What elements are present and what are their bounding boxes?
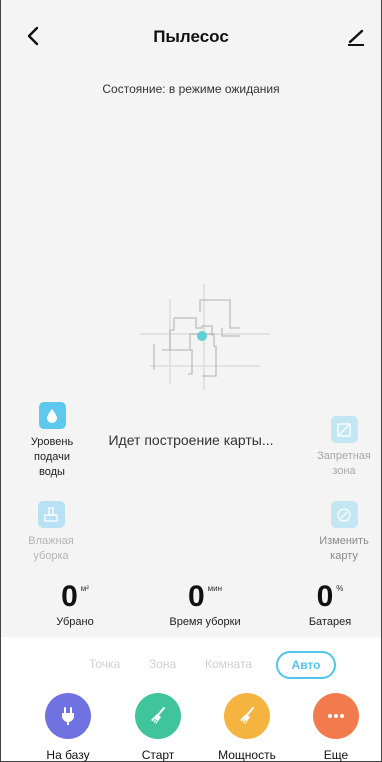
suction-power-button[interactable]: Мощность [207, 693, 287, 762]
mode-spot[interactable]: Точка [89, 657, 120, 671]
battery-label: Батарея [308, 616, 352, 628]
edit-map-icon [330, 501, 358, 528]
stat-cleaned-area: 0 м² Убрано [40, 580, 110, 628]
edit-map-label: Изменить карту [319, 535, 369, 562]
plug-icon [45, 693, 91, 739]
cleaning-time-value: 0 [187, 580, 205, 613]
map-drawing [140, 284, 270, 390]
cleaned-area-label: Убрано [56, 616, 94, 628]
bottom-panel: Точка Зона Комната Авто На базу Старт Мо… [1, 637, 381, 762]
more-label: Еще [323, 748, 349, 762]
return-to-base-button[interactable]: На базу [28, 693, 108, 762]
stat-cleaning-time: 0 мин Время уборки [150, 580, 260, 628]
map-preview[interactable] [140, 284, 270, 390]
return-to-base-label: На базу [46, 748, 90, 762]
water-level-control[interactable]: Уровень подачи воды [22, 402, 82, 480]
restricted-zone-icon [330, 416, 358, 443]
broom-power-icon [224, 693, 270, 739]
pencil-icon [348, 29, 364, 46]
mode-auto[interactable]: Авто [276, 651, 336, 679]
cleaned-area-unit: м² [80, 584, 89, 593]
suction-power-label: Мощность [218, 748, 276, 762]
page-title: Пылесос [153, 27, 229, 46]
edit-map-control[interactable]: Изменить карту [312, 501, 376, 564]
mode-room[interactable]: Комната [205, 657, 252, 671]
start-label: Старт [141, 748, 175, 762]
mop-icon [37, 501, 65, 528]
more-button[interactable]: Еще [296, 693, 376, 762]
broom-icon [135, 693, 181, 739]
battery-value: 0 [316, 580, 334, 613]
water-drop-icon [38, 402, 66, 429]
mode-zone[interactable]: Зона [149, 657, 176, 671]
cleaning-time-label: Время уборки [169, 616, 241, 628]
cleaned-area-value: 0 [61, 580, 78, 613]
water-level-label: Уровень подачи воды [30, 436, 74, 478]
battery-unit: % [336, 584, 344, 593]
more-dots-icon [313, 693, 359, 739]
mode-selector: Точка Зона Комната Авто [1, 651, 381, 681]
status-text: Состояние: в режиме ожидания [102, 82, 280, 96]
start-button[interactable]: Старт [118, 693, 198, 762]
restricted-zone-label: Запретная зона [317, 450, 371, 477]
wet-cleaning-label: Влажная уборка [28, 535, 74, 562]
header: Пылесос [0, 0, 382, 74]
wet-cleaning-control[interactable]: Влажная уборка [18, 501, 84, 564]
stat-battery: 0% Батарея [295, 580, 365, 628]
cleaning-time-unit: мин [207, 584, 223, 593]
edit-button[interactable] [344, 22, 368, 50]
restricted-zone-control[interactable]: Запретная зона [312, 416, 376, 479]
